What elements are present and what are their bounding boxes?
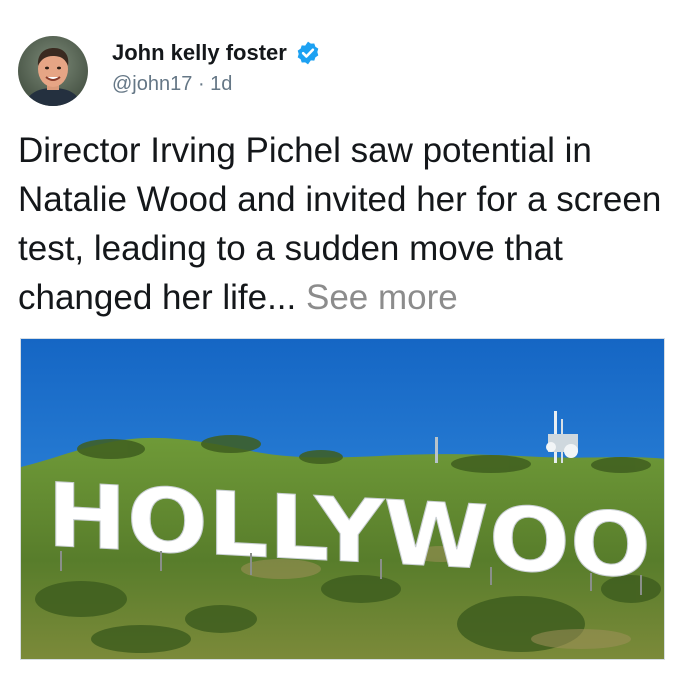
post-header: John kelly foster @john17 · 1d — [18, 36, 321, 106]
author-name-row: John kelly foster — [112, 40, 321, 66]
hollywood-sign-image: HOLLYWOO — [21, 339, 664, 659]
author-name[interactable]: John kelly foster — [112, 40, 287, 66]
person-avatar-icon — [18, 36, 88, 106]
post-age[interactable]: 1d — [210, 73, 232, 95]
separator-dot: · — [197, 73, 205, 95]
post-image[interactable]: HOLLYWOO — [20, 338, 665, 660]
avatar[interactable] — [18, 36, 88, 106]
author-handle[interactable]: @john17 — [112, 73, 192, 95]
see-more-link[interactable]: See more — [306, 278, 458, 317]
author-meta: John kelly foster @john17 · 1d — [112, 40, 321, 96]
post-text: Director Irving Pichel saw potential in … — [18, 126, 688, 322]
social-post: John kelly foster @john17 · 1d Director … — [0, 0, 700, 700]
handle-row: @john17 · 1d — [112, 72, 321, 96]
verified-badge-icon — [297, 41, 319, 65]
